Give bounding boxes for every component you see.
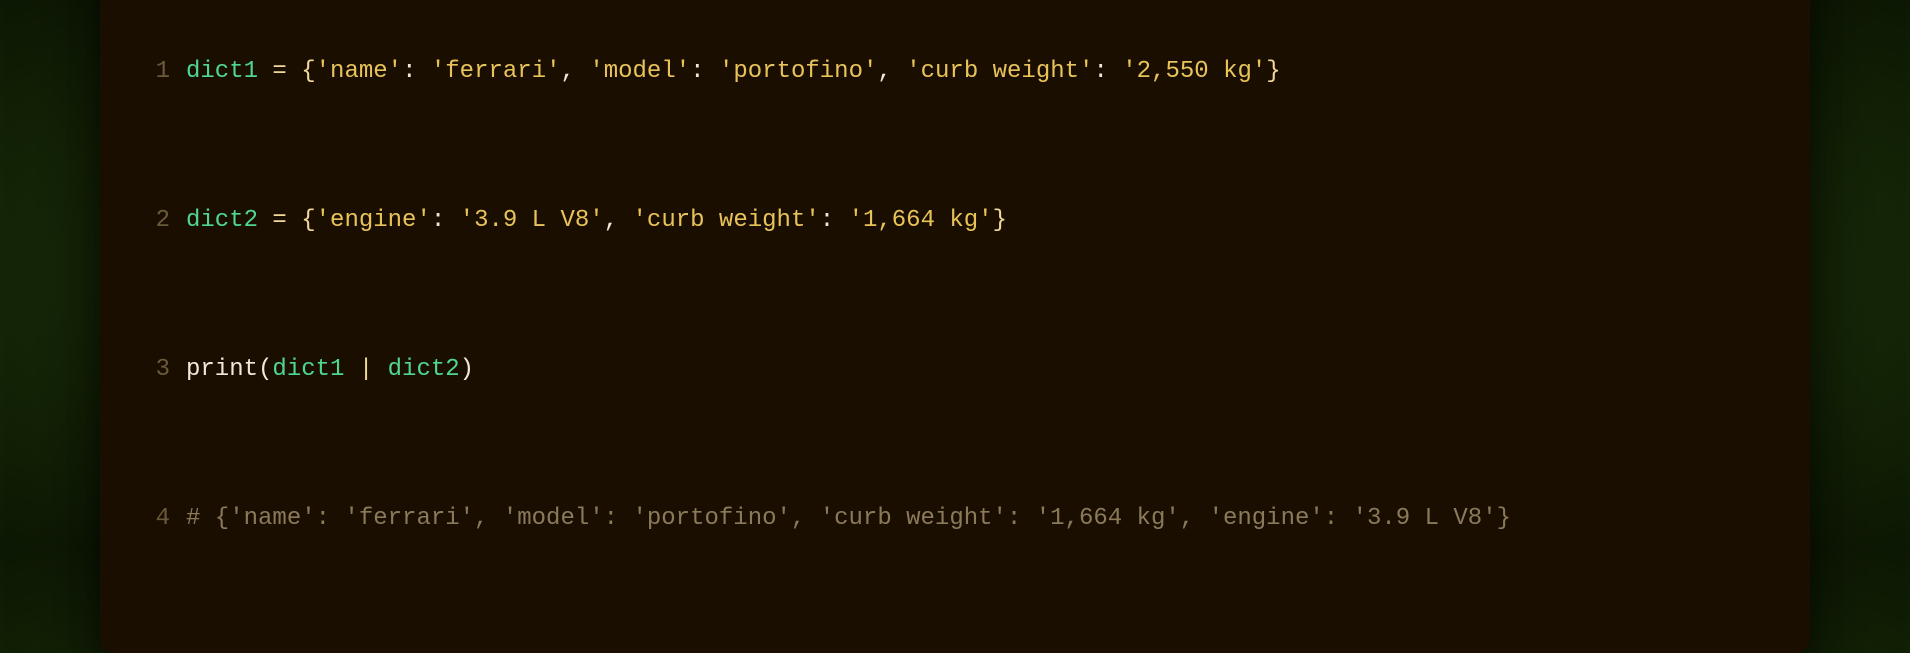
code-content: dict2 = {'engine': '3.9 L V8', 'curb wei…: [186, 202, 1007, 239]
variable: dict2: [186, 207, 258, 234]
code-line-3: 3 print(dict1 | dict2): [138, 351, 1772, 388]
line-number: 2: [138, 202, 170, 239]
code-content: print(dict1 | dict2): [186, 351, 474, 388]
line-number: 4: [138, 500, 170, 537]
code-line-1: 1 dict1 = {'name': 'ferrari', 'model': '…: [138, 53, 1772, 90]
paren-open: (: [258, 356, 272, 383]
brace-close: }: [1266, 58, 1280, 85]
brace-close: }: [993, 207, 1007, 234]
string-value: '3.9 L V8': [460, 207, 604, 234]
code-content: dict1 = {'name': 'ferrari', 'model': 'po…: [186, 53, 1281, 90]
string-value: '1,664 kg': [849, 207, 993, 234]
line-number: 1: [138, 53, 170, 90]
code-editor-window: 1 dict1 = {'name': 'ferrari', 'model': '…: [100, 0, 1810, 653]
operator-pipe: |: [359, 356, 373, 383]
string-key: 'model': [589, 58, 690, 85]
code-content: # {'name': 'ferrari', 'model': 'portofin…: [186, 500, 1511, 537]
variable: dict1: [272, 356, 344, 383]
brace-open: {: [301, 58, 315, 85]
code-line-2: 2 dict2 = {'engine': '3.9 L V8', 'curb w…: [138, 202, 1772, 239]
code-block: 1 dict1 = {'name': 'ferrari', 'model': '…: [138, 0, 1772, 611]
brace-open: {: [301, 207, 315, 234]
function-call: print: [186, 356, 258, 383]
code-line-4: 4 # {'name': 'ferrari', 'model': 'portof…: [138, 500, 1772, 537]
operator-equals: =: [272, 207, 286, 234]
string-value: '2,550 kg': [1122, 58, 1266, 85]
variable: dict1: [186, 58, 258, 85]
string-key: 'curb weight': [906, 58, 1093, 85]
paren-close: ): [460, 356, 474, 383]
comment: # {'name': 'ferrari', 'model': 'portofin…: [186, 505, 1511, 532]
string-key: 'name': [316, 58, 402, 85]
operator-equals: =: [272, 58, 286, 85]
variable: dict2: [388, 356, 460, 383]
string-value: 'ferrari': [431, 58, 561, 85]
string-key: 'curb weight': [633, 207, 820, 234]
string-key: 'engine': [316, 207, 431, 234]
string-value: 'portofino': [719, 58, 877, 85]
line-number: 3: [138, 351, 170, 388]
